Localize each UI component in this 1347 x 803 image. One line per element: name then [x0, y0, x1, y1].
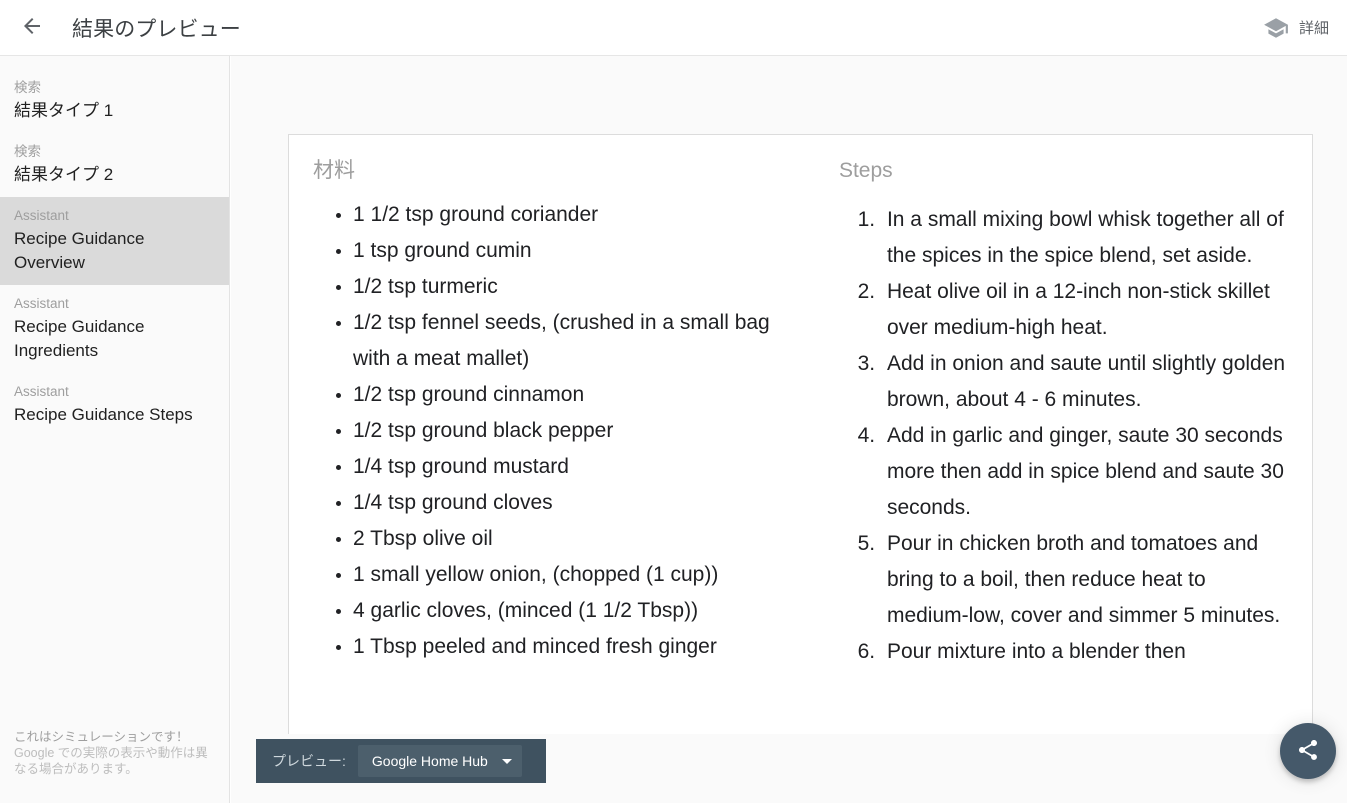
sidebar-item-label: 結果タイプ 1	[14, 101, 114, 120]
list-item: In a small mixing bowl whisk together al…	[881, 202, 1288, 274]
sidebar-item-recipe-guidance-overview[interactable]: Assistant Recipe Guidance Overview	[0, 197, 229, 285]
simulation-disclaimer: これはシミュレーションです！ Google での実際の表示や動作は異なる場合があ…	[0, 729, 229, 777]
details-label: 詳細	[1298, 20, 1329, 37]
list-item: 2 Tbsp olive oil	[353, 521, 801, 557]
ingredients-heading: 材料	[313, 159, 355, 182]
sidebar-item-search-result-type-2[interactable]: 検索 結果タイプ 2	[0, 133, 229, 197]
sidebar-list: 検索 結果タイプ 1 検索 結果タイプ 2 Assistant Recipe G…	[0, 56, 229, 437]
preview-device-bar: プレビュー: Google Home Hub	[256, 739, 546, 783]
share-icon	[1296, 738, 1320, 765]
sidebar-item-kicker: Assistant	[14, 208, 69, 223]
disclaimer-line-1: これはシミュレーションです！	[14, 730, 189, 744]
graduation-cap-icon	[1263, 15, 1289, 41]
list-item: 1 tsp ground cumin	[353, 233, 801, 269]
page-title: 結果のプレビュー	[72, 17, 241, 41]
list-item: Add in onion and saute until slightly go…	[881, 346, 1288, 418]
steps-column: Steps In a small mixing bowl whisk toget…	[825, 135, 1312, 734]
list-item: 1 small yellow onion, (chopped (1 cup))	[353, 557, 801, 593]
sidebar-item-recipe-guidance-steps[interactable]: Assistant Recipe Guidance Steps	[0, 373, 229, 437]
list-item: Add in garlic and ginger, saute 30 secon…	[881, 418, 1288, 526]
list-item: Pour in chicken broth and tomatoes and b…	[881, 526, 1288, 634]
top-app-bar: 結果のプレビュー 詳細	[0, 0, 1347, 56]
sidebar: 検索 結果タイプ 1 検索 結果タイプ 2 Assistant Recipe G…	[0, 56, 230, 803]
app-root: 結果のプレビュー 詳細 検索 結果タイプ 1 検索 結果タイプ 2 Assist…	[0, 0, 1347, 803]
list-item: Pour mixture into a blender then	[881, 634, 1288, 670]
recipe-preview-card: 材料 1 1/2 tsp ground coriander 1 tsp grou…	[288, 134, 1313, 734]
list-item: Heat olive oil in a 12-inch non-stick sk…	[881, 274, 1288, 346]
sidebar-item-label: Recipe Guidance Steps	[14, 405, 193, 424]
list-item: 1/2 tsp ground cinnamon	[353, 377, 801, 413]
preview-stage: 材料 1 1/2 tsp ground coriander 1 tsp grou…	[231, 56, 1347, 803]
sidebar-item-kicker: Assistant	[14, 384, 69, 399]
list-item: 1/4 tsp ground cloves	[353, 485, 801, 521]
list-item: 4 garlic cloves, (minced (1 1/2 Tbsp))	[353, 593, 801, 629]
back-button[interactable]	[8, 4, 56, 52]
disclaimer-line-2: Google での実際の表示や動作は異なる場合があります。	[14, 746, 208, 776]
sidebar-item-label: 結果タイプ 2	[14, 165, 114, 184]
preview-label: プレビュー:	[272, 753, 346, 769]
share-button[interactable]	[1280, 723, 1336, 779]
ingredients-list: 1 1/2 tsp ground coriander 1 tsp ground …	[313, 197, 801, 665]
sidebar-item-kicker: 検索	[14, 80, 41, 95]
sidebar-item-kicker: 検索	[14, 144, 41, 159]
device-select-value: Google Home Hub	[371, 753, 488, 769]
chevron-down-icon	[501, 758, 512, 764]
sidebar-item-label: Recipe Guidance Overview	[14, 229, 145, 272]
sidebar-item-label: Recipe Guidance Ingredients	[14, 317, 145, 360]
ingredients-column: 材料 1 1/2 tsp ground coriander 1 tsp grou…	[289, 135, 825, 734]
list-item: 1 Tbsp peeled and minced fresh ginger	[353, 629, 801, 665]
details-button[interactable]: 詳細	[1255, 9, 1337, 47]
list-item: 1/2 tsp fennel seeds, (crushed in a smal…	[353, 305, 801, 377]
sidebar-item-search-result-type-1[interactable]: 検索 結果タイプ 1	[0, 69, 229, 133]
sidebar-item-kicker: Assistant	[14, 296, 69, 311]
list-item: 1/2 tsp turmeric	[353, 269, 801, 305]
list-item: 1 1/2 tsp ground coriander	[353, 197, 801, 233]
arrow-back-icon	[20, 14, 44, 41]
device-select[interactable]: Google Home Hub	[357, 745, 522, 777]
list-item: 1/2 tsp ground black pepper	[353, 413, 801, 449]
steps-list: In a small mixing bowl whisk together al…	[839, 202, 1288, 670]
steps-heading: Steps	[838, 159, 893, 182]
sidebar-item-recipe-guidance-ingredients[interactable]: Assistant Recipe Guidance Ingredients	[0, 285, 229, 373]
list-item: 1/4 tsp ground mustard	[353, 449, 801, 485]
